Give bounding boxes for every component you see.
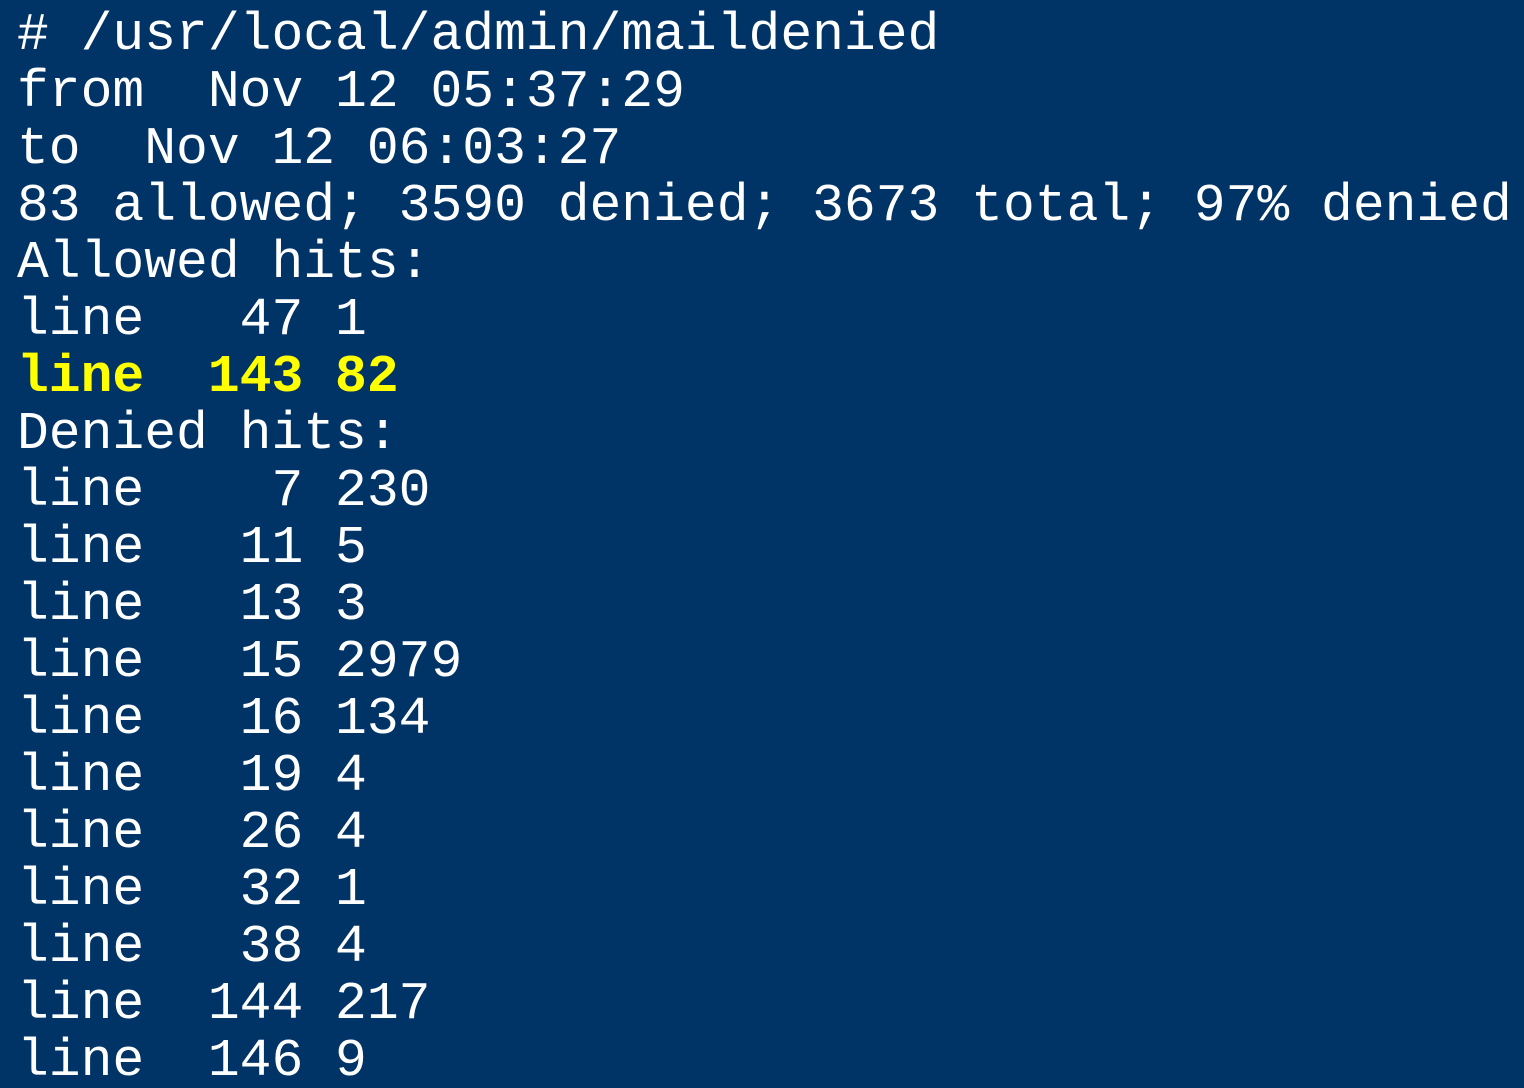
- summary-line: 83 allowed; 3590 denied; 3673 total; 97%…: [17, 176, 1512, 236]
- denied-hit-line: line 13 3: [17, 575, 367, 635]
- allowed-hit-line: line 47 1: [17, 290, 367, 350]
- allowed-hits-heading: Allowed hits:: [17, 233, 431, 293]
- to-timestamp-line: to Nov 12 06:03:27: [17, 119, 622, 179]
- command-prompt-line: # /usr/local/admin/maildenied: [17, 5, 940, 65]
- from-timestamp-line: from Nov 12 05:37:29: [17, 62, 685, 122]
- denied-hit-line: line 19 4: [17, 746, 367, 806]
- denied-hit-line: line 32 1: [17, 860, 367, 920]
- terminal-window[interactable]: # /usr/local/admin/maildenied from Nov 1…: [0, 0, 1524, 1088]
- denied-hit-line: line 15 2979: [17, 632, 463, 692]
- denied-hit-line: line 144 217: [17, 974, 431, 1034]
- denied-hits-heading: Denied hits:: [17, 404, 399, 464]
- denied-hit-line: line 26 4: [17, 803, 367, 863]
- denied-hit-line: line 7 230: [17, 461, 431, 521]
- denied-hit-line: line 146 9: [17, 1031, 367, 1088]
- allowed-hit-line-highlighted: line 143 82: [17, 347, 399, 407]
- denied-hit-line: line 11 5: [17, 518, 367, 578]
- denied-hit-line: line 38 4: [17, 917, 367, 977]
- denied-hit-line: line 16 134: [17, 689, 431, 749]
